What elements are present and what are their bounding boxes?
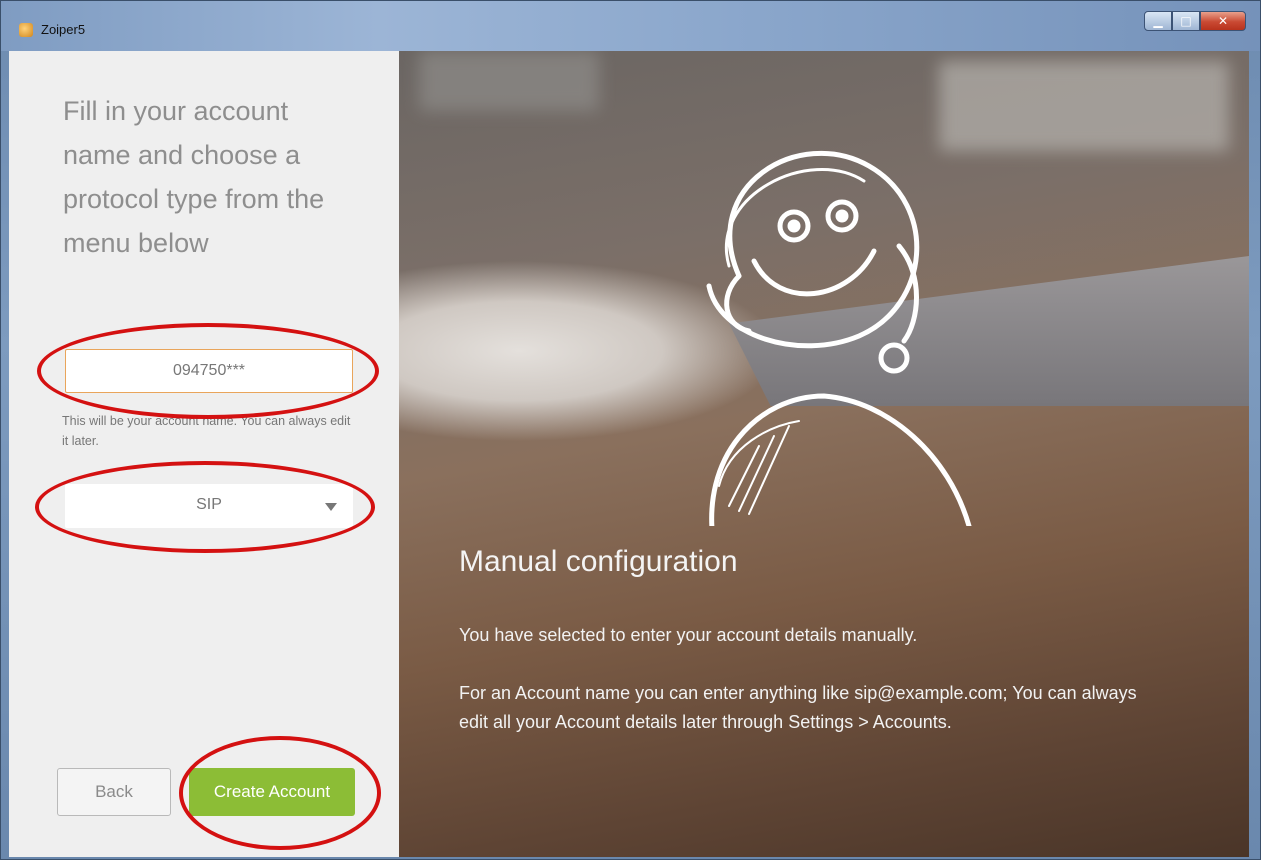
manual-configuration-details: For an Account name you can enter anythi… bbox=[459, 683, 1137, 732]
protocol-select[interactable]: SIP bbox=[65, 484, 353, 528]
account-name-hint: This will be your account name. You can … bbox=[62, 414, 351, 448]
back-button[interactable]: Back bbox=[57, 768, 171, 816]
account-form-pane: Fill in your account name and choose a p… bbox=[9, 51, 399, 857]
window-title: Zoiper5 bbox=[41, 22, 86, 37]
zoiper-app-icon bbox=[19, 23, 33, 37]
create-account-button[interactable]: Create Account bbox=[189, 768, 355, 816]
minimize-button[interactable]: ▁ bbox=[1144, 11, 1172, 31]
account-name-input[interactable] bbox=[65, 349, 353, 393]
manual-configuration-title: Manual configuration bbox=[459, 545, 738, 578]
wizard-content: Fill in your account name and choose a p… bbox=[9, 51, 1249, 857]
close-button[interactable]: ✕ bbox=[1200, 11, 1246, 31]
title-bar[interactable]: Zoiper5 ▁ □ ✕ bbox=[1, 1, 1260, 51]
info-pane: Manual configuration You have selected t… bbox=[399, 51, 1249, 857]
maximize-button[interactable]: □ bbox=[1172, 11, 1200, 31]
background-bokeh bbox=[419, 51, 599, 111]
chevron-down-icon bbox=[325, 503, 337, 511]
headset-mascot-icon bbox=[706, 150, 972, 526]
app-window: Zoiper5 ▁ □ ✕ Fill in your account name … bbox=[0, 0, 1261, 860]
window-controls: ▁ □ ✕ bbox=[1144, 11, 1246, 31]
protocol-selected-value: SIP bbox=[196, 496, 222, 513]
manual-configuration-intro: You have selected to enter your account … bbox=[459, 625, 918, 645]
form-heading: Fill in your account name and choose a p… bbox=[63, 96, 325, 258]
